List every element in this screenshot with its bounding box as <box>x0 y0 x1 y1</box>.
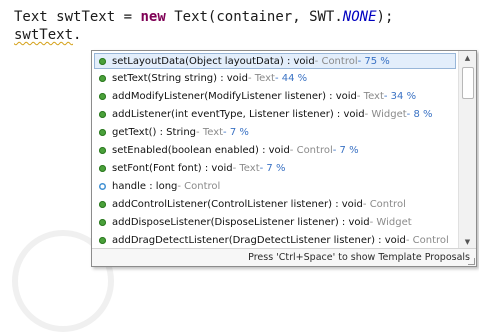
resize-grip-icon[interactable] <box>468 258 475 265</box>
statement-end: ); <box>376 9 394 25</box>
proposal-signature: addDisposeListener(DisposeListener liste… <box>112 216 370 228</box>
public-field-icon <box>99 182 106 190</box>
member-access-dot: . <box>73 27 82 43</box>
public-method-icon <box>99 236 106 244</box>
proposal-declaring-type: - Widget <box>369 216 412 228</box>
code-line-1[interactable]: Text swtText = new Text(container, SWT.N… <box>14 9 393 26</box>
proposal-signature: getText() : String <box>112 126 197 138</box>
public-method-icon <box>99 74 106 82</box>
keyword-new: new <box>140 9 166 25</box>
proposal-relevance: - 34 % <box>383 90 417 102</box>
scroll-up-arrow-icon[interactable]: ▲ <box>459 51 476 65</box>
proposal-item[interactable]: addDisposeListener(DisposeListener liste… <box>92 213 458 231</box>
proposal-relevance: - 8 % <box>406 108 433 120</box>
variable-name: swtText <box>56 9 116 25</box>
public-method-icon <box>99 146 106 154</box>
variable-reference: swtText <box>14 27 74 43</box>
proposal-declaring-type: - Control <box>177 180 221 192</box>
proposal-declaring-type: - Text <box>232 162 260 174</box>
public-method-icon <box>99 57 106 65</box>
public-method-icon <box>99 110 106 118</box>
proposal-signature: setLayoutData(Object layoutData) : void <box>112 55 315 67</box>
proposal-relevance: - 44 % <box>274 72 308 84</box>
content-assist-popup: setLayoutData(Object layoutData) : void … <box>91 50 477 267</box>
status-footer: Press 'Ctrl+Space' to show Template Prop… <box>92 248 476 266</box>
proposal-signature: setFont(Font font) : void <box>112 162 233 174</box>
scrollbar[interactable]: ▲ ▼ <box>458 51 476 249</box>
proposal-item[interactable]: addControlListener(ControlListener liste… <box>92 195 458 213</box>
type-name: Text <box>14 9 48 25</box>
proposal-declaring-type: - Control <box>289 144 333 156</box>
proposal-item[interactable]: addListener(int eventType, Listener list… <box>92 105 458 123</box>
proposal-item[interactable]: addDragDetectListener(DragDetectListener… <box>92 231 458 249</box>
proposal-declaring-type: - Text <box>196 126 224 138</box>
proposal-signature: handle : long <box>112 180 178 192</box>
proposal-declaring-type: - Control <box>362 198 406 210</box>
scroll-down-arrow-icon[interactable]: ▼ <box>459 235 476 249</box>
public-method-icon <box>99 164 106 172</box>
proposal-signature: addListener(int eventType, Listener list… <box>112 108 365 120</box>
proposal-relevance: - 7 % <box>223 126 249 138</box>
proposal-signature: setEnabled(boolean enabled) : void <box>112 144 290 156</box>
proposal-item[interactable]: addModifyListener(ModifyListener listene… <box>92 87 458 105</box>
public-method-icon <box>99 200 106 208</box>
proposal-declaring-type: - Control <box>405 234 449 246</box>
public-method-icon <box>99 128 106 136</box>
proposal-declaring-type: - Text <box>247 72 275 84</box>
proposal-item-selected[interactable]: setLayoutData(Object layoutData) : void … <box>94 53 456 69</box>
proposal-signature: addControlListener(ControlListener liste… <box>112 198 363 210</box>
proposal-item[interactable]: setEnabled(boolean enabled) : void - Con… <box>92 141 458 159</box>
code-line-2[interactable]: swtText. <box>14 27 81 44</box>
proposal-signature: setText(String string) : void <box>112 72 248 84</box>
proposal-signature: addDragDetectListener(DragDetectListener… <box>112 234 406 246</box>
operator: = <box>123 9 133 25</box>
proposal-item[interactable]: setFont(Font font) : void - Text - 7 % <box>92 159 458 177</box>
proposal-signature: addModifyListener(ModifyListener listene… <box>112 90 357 102</box>
proposal-relevance: - 75 % <box>357 55 390 67</box>
proposal-item[interactable]: getText() : String - Text - 7 % <box>92 123 458 141</box>
constructor-call: Text(container, SWT. <box>174 9 343 25</box>
template-proposals-hint: Press 'Ctrl+Space' to show Template Prop… <box>248 252 470 263</box>
public-method-icon <box>99 218 106 226</box>
scrollbar-thumb[interactable] <box>462 67 474 99</box>
public-method-icon <box>99 92 106 100</box>
proposal-declaring-type: - Control <box>314 55 358 67</box>
proposal-relevance: - 7 % <box>332 144 359 156</box>
proposal-item[interactable]: setText(String string) : void - Text - 4… <box>92 69 458 87</box>
constant-none: NONE <box>342 9 377 25</box>
proposal-list: setLayoutData(Object layoutData) : void … <box>92 51 458 249</box>
proposal-relevance: - 7 % <box>259 162 286 174</box>
proposal-item[interactable]: handle : long - Control <box>92 177 458 195</box>
proposal-declaring-type: - Widget <box>364 108 407 120</box>
proposal-declaring-type: - Text <box>356 90 384 102</box>
